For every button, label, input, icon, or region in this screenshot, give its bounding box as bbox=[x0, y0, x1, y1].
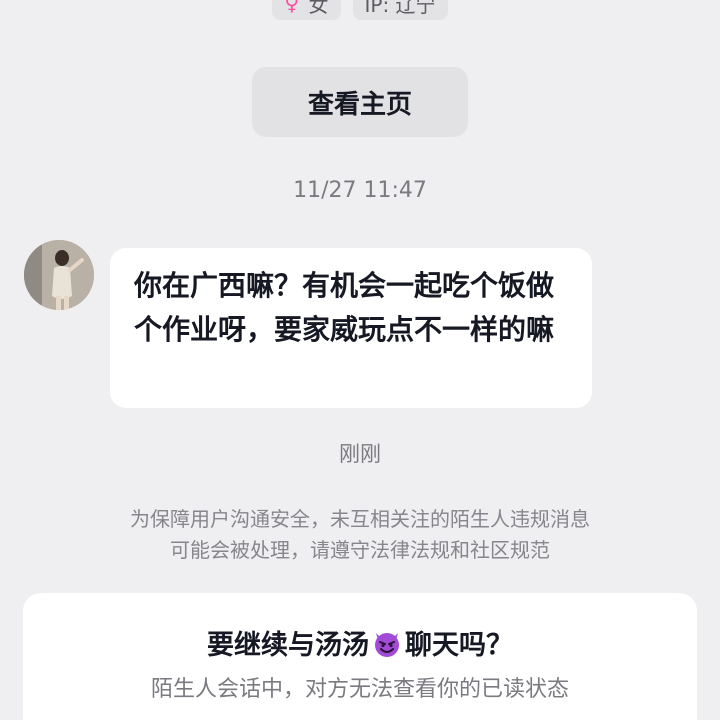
profile-tags: ⚥ 女 IP: 辽宁 bbox=[0, 0, 720, 20]
gender-label: 女 bbox=[308, 0, 329, 17]
avatar-photo bbox=[24, 240, 94, 310]
message-bubble[interactable]: 你在广西嘛？有机会一起吃个饭做个作业呀，要家威玩点不一样的嘛 bbox=[110, 248, 592, 408]
view-homepage-button[interactable]: 查看主页 bbox=[252, 67, 468, 137]
continue-chat-card: 要继续与汤汤 聊天吗？ 陌生人会话中，对方无法查看你的已读状态 bbox=[23, 593, 697, 720]
title-suffix: 聊天吗？ bbox=[405, 630, 513, 661]
gender-tag: ⚥ 女 bbox=[272, 0, 341, 20]
smiling-devil-icon bbox=[375, 632, 399, 657]
title-prefix: 要继续与汤汤 bbox=[207, 630, 369, 661]
sent-time-label: 刚刚 bbox=[339, 442, 381, 466]
safety-notice-line-1: 为保障用户沟通安全，未互相关注的陌生人违规消息 bbox=[130, 507, 590, 531]
safety-notice: 为保障用户沟通安全，未互相关注的陌生人违规消息 可能会被处理，请遵守法律法规和社… bbox=[60, 504, 660, 566]
continue-chat-title: 要继续与汤汤 聊天吗？ bbox=[23, 623, 697, 662]
ip-location-tag: IP: 辽宁 bbox=[352, 0, 448, 20]
safety-notice-line-2: 可能会被处理，请遵守法律法规和社区规范 bbox=[170, 538, 550, 562]
continue-chat-subtitle: 陌生人会话中，对方无法查看你的已读状态 bbox=[150, 677, 569, 702]
sender-avatar[interactable] bbox=[24, 240, 94, 310]
female-symbol-icon: ⚥ bbox=[284, 0, 303, 15]
message-timestamp: 11/27 11:47 bbox=[293, 178, 427, 203]
ip-location-label: IP: 辽宁 bbox=[364, 0, 436, 17]
